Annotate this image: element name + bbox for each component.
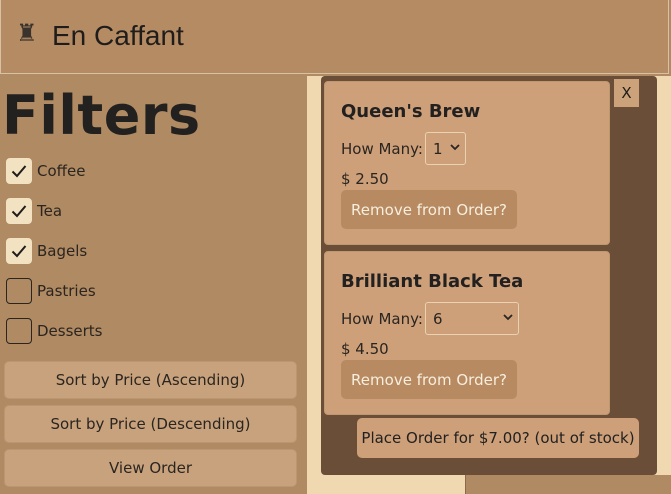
order-item-card: Brilliant Black Tea How Many: 6 $ 4.50 R… <box>324 251 610 415</box>
quantity-value: 6 <box>433 309 443 328</box>
filter-bagels[interactable]: Bagels <box>6 237 87 265</box>
checkbox[interactable] <box>6 278 32 304</box>
checkmark-icon <box>11 245 27 258</box>
filter-label: Bagels <box>37 242 88 260</box>
filter-label: Pastries <box>37 282 96 300</box>
order-item-card: Queen's Brew How Many: 1 $ 2.50 Remove f… <box>324 81 610 245</box>
quantity-select[interactable]: 6 <box>425 302 519 335</box>
checkbox[interactable] <box>6 318 32 344</box>
checkmark-icon <box>11 205 27 218</box>
item-name: Queen's Brew <box>341 101 481 122</box>
how-many-label: How Many: <box>341 310 423 328</box>
remove-from-order-button[interactable]: Remove from Order? <box>341 190 517 229</box>
quantity-value: 1 <box>433 139 443 158</box>
checkmark-icon <box>11 165 27 178</box>
filter-desserts[interactable]: Desserts <box>6 317 103 345</box>
filter-pastries[interactable]: Pastries <box>6 277 96 305</box>
chevron-down-icon <box>450 144 460 151</box>
quantity-select[interactable]: 1 <box>425 132 466 165</box>
checkbox[interactable] <box>6 198 32 224</box>
filters-heading: Filters <box>2 84 201 147</box>
app-header: ♜ En Caffant <box>0 0 669 74</box>
filter-tea[interactable]: Tea <box>6 197 62 225</box>
view-order-button[interactable]: View Order <box>4 449 297 487</box>
filter-label: Desserts <box>37 322 103 340</box>
item-price: $ 2.50 <box>341 170 389 188</box>
item-name: Brilliant Black Tea <box>341 271 524 292</box>
place-order-button[interactable]: Place Order for $7.00? (out of stock) <box>357 418 639 458</box>
chevron-down-icon <box>503 314 513 321</box>
remove-from-order-button[interactable]: Remove from Order? <box>341 360 517 399</box>
rook-icon: ♜ <box>16 19 38 47</box>
sort-descending-button[interactable]: Sort by Price (Descending) <box>4 405 297 443</box>
checkbox[interactable] <box>6 158 32 184</box>
filter-coffee[interactable]: Coffee <box>6 157 85 185</box>
sort-ascending-button[interactable]: Sort by Price (Ascending) <box>4 361 297 399</box>
close-button[interactable]: X <box>614 79 639 107</box>
filter-label: Tea <box>37 202 63 220</box>
filter-label: Coffee <box>37 162 86 180</box>
content-background-strip <box>465 475 671 494</box>
item-price: $ 4.50 <box>341 340 389 358</box>
app-title: En Caffant <box>52 20 184 51</box>
how-many-label: How Many: <box>341 140 423 158</box>
checkbox[interactable] <box>6 238 32 264</box>
filters-sidebar: Filters Coffee Tea Bagels Pastries Desse… <box>0 76 307 494</box>
